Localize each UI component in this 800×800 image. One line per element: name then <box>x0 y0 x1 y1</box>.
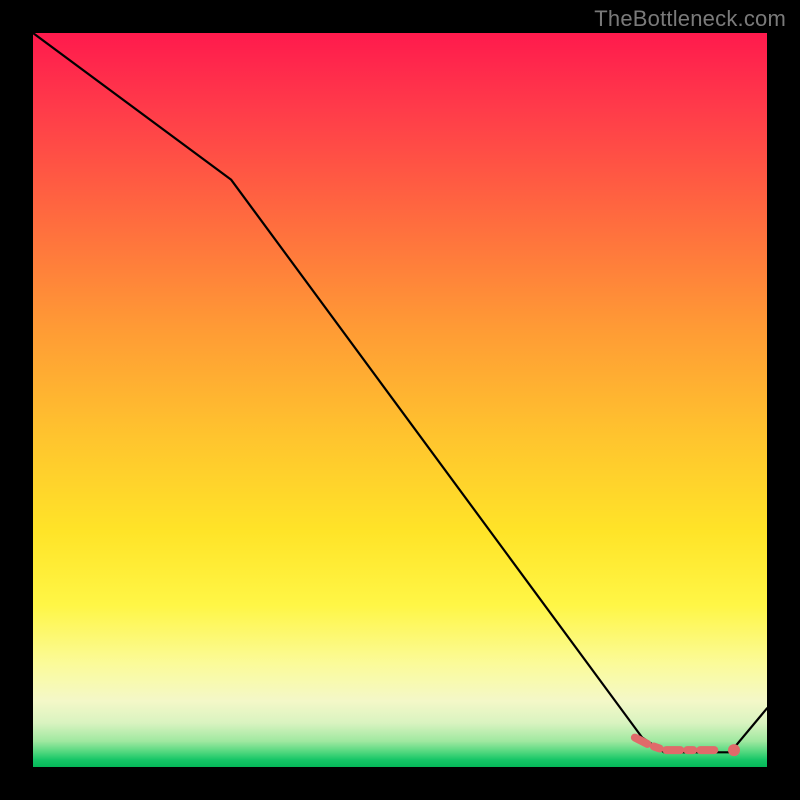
end-dot-marker <box>728 744 740 756</box>
series-curve-black <box>33 33 767 752</box>
watermark-text: TheBottleneck.com <box>594 6 786 32</box>
chart-frame: TheBottleneck.com <box>0 0 800 800</box>
series-flat-highlight <box>635 738 734 751</box>
chart-svg <box>33 33 767 767</box>
